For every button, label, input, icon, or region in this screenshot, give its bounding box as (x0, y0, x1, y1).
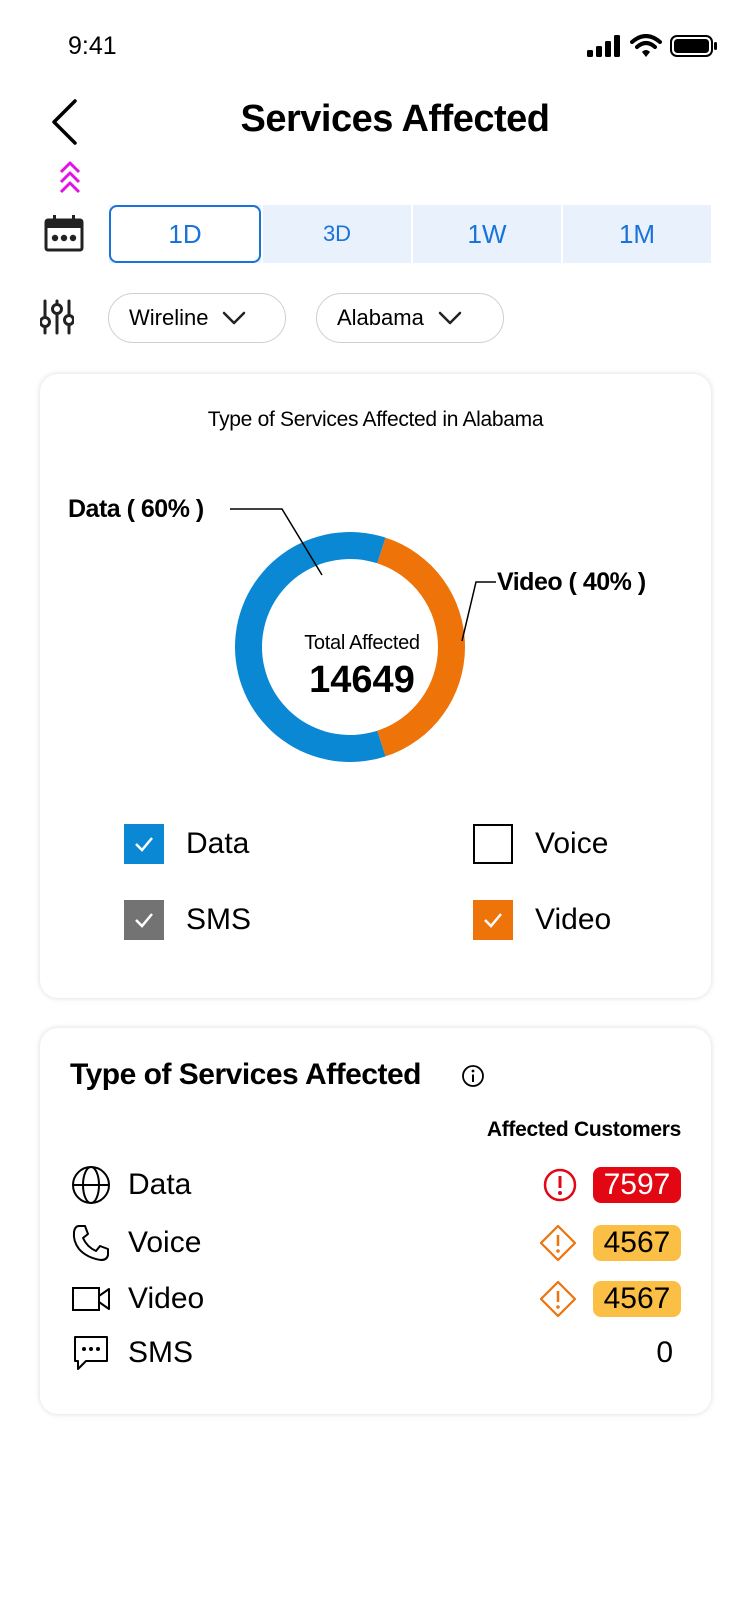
page-title: Services Affected (240, 98, 550, 140)
table-row[interactable]: Data 7597 (70, 1160, 681, 1210)
time-range-1w[interactable]: 1W (411, 205, 561, 263)
message-icon (70, 1332, 112, 1374)
total-affected-value: 14649 (309, 659, 415, 701)
double-chevron-up-icon (59, 161, 81, 194)
row-label: Voice (128, 1226, 202, 1259)
chevron-down-icon (223, 311, 246, 325)
critical-alert-icon (543, 1168, 577, 1202)
services-table-card: Type of Services Affected Affected Custo… (40, 1028, 711, 1414)
status-icons (586, 34, 718, 58)
chevron-down-icon (438, 311, 462, 325)
affected-count-badge: 4567 (593, 1281, 681, 1317)
legend-item-data[interactable]: Data (124, 824, 249, 864)
time-range-selector: 1D 3D 1W 1M (109, 205, 711, 263)
video-leader-line (461, 581, 496, 642)
video-camera-icon (70, 1278, 112, 1320)
legend-item-voice[interactable]: Voice (473, 824, 608, 864)
row-label: Data (128, 1168, 192, 1201)
legend-item-video[interactable]: Video (473, 900, 611, 940)
calendar-icon[interactable] (44, 214, 84, 252)
data-slice-label: Data ( 60% ) (68, 495, 204, 523)
affected-customers-header: Affected Customers (486, 1118, 681, 1141)
signal-icon (587, 35, 620, 57)
affected-count-badge: 7597 (593, 1167, 681, 1203)
checkbox-checked-icon[interactable] (124, 900, 164, 940)
checkbox-checked-icon[interactable] (124, 824, 164, 864)
time-range-3d[interactable]: 3D (261, 205, 411, 263)
globe-icon (70, 1164, 112, 1206)
table-title: Type of Services Affected (70, 1058, 421, 1091)
battery-icon (670, 35, 717, 57)
legend-label-voice: Voice (535, 827, 609, 860)
status-time: 9:41 (68, 32, 117, 60)
region-dropdown-value: Wireline (129, 305, 209, 330)
region-dropdown[interactable]: Wireline (108, 293, 286, 343)
phone-icon (70, 1222, 112, 1264)
legend-label-sms: SMS (186, 903, 252, 936)
checkbox-unchecked-icon[interactable] (473, 824, 513, 864)
time-range-1d[interactable]: 1D (109, 205, 261, 263)
time-range-1m[interactable]: 1M (561, 205, 711, 263)
legend-item-sms[interactable]: SMS (124, 900, 251, 940)
donut-chart: Data ( 60% ) Video ( 40% ) Total Affecte… (68, 495, 646, 762)
affected-count-badge: 4567 (593, 1225, 681, 1261)
row-label: Video (128, 1282, 205, 1315)
state-dropdown-value: Alabama (337, 305, 424, 330)
state-dropdown[interactable]: Alabama (316, 293, 504, 343)
table-row[interactable]: Video 4567 (70, 1274, 681, 1324)
warning-diamond-icon (539, 1224, 577, 1262)
table-row[interactable]: Voice 4567 (70, 1218, 681, 1268)
affected-count: 0 (656, 1336, 673, 1369)
info-icon[interactable] (461, 1064, 485, 1088)
table-row[interactable]: SMS 0 (70, 1328, 681, 1378)
video-slice-label: Video ( 40% ) (497, 568, 646, 596)
legend-label-video: Video (535, 903, 612, 936)
warning-diamond-icon (539, 1280, 577, 1318)
legend-label-data: Data (186, 827, 250, 860)
filter-sliders-icon[interactable] (40, 299, 74, 335)
chart-card: Type of Services Affected in Alabama Dat… (40, 374, 711, 998)
total-affected-label: Total Affected (304, 632, 420, 654)
wifi-icon (630, 34, 662, 57)
row-label: SMS (128, 1336, 194, 1369)
status-bar: 9:41 (0, 0, 750, 90)
checkbox-checked-icon[interactable] (473, 900, 513, 940)
